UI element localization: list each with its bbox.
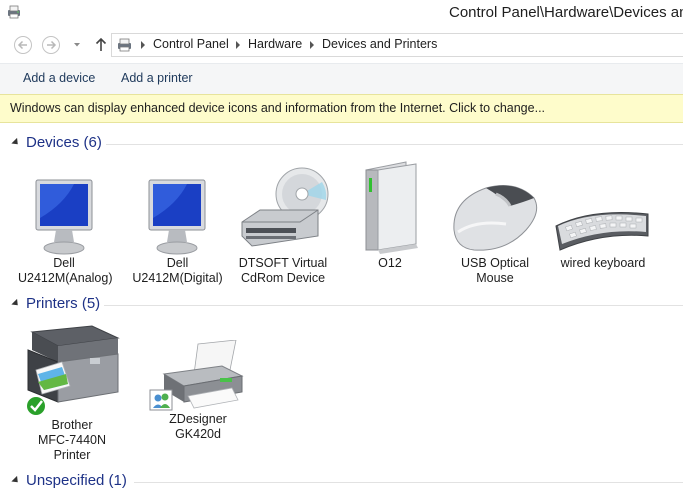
breadcrumb-control-panel[interactable]: Control Panel <box>153 37 229 51</box>
device-label-line: O12 <box>378 256 402 270</box>
navigation-bar: Control Panel Hardware Devices and Print… <box>0 30 683 60</box>
device-label-line: Mouse <box>476 271 514 285</box>
printer-icon <box>149 340 244 411</box>
group-divider <box>104 305 683 306</box>
group-divider <box>134 482 683 483</box>
monitor-icon <box>148 179 206 255</box>
breadcrumb-devices-and-printers[interactable]: Devices and Printers <box>322 37 437 51</box>
unspecified-group-header[interactable]: Unspecified (1) <box>0 472 683 492</box>
add-device-button[interactable]: Add a device <box>23 71 95 85</box>
external-drive-icon <box>365 161 418 254</box>
window-title: Control Panel\Hardware\Devices and Print… <box>449 4 683 21</box>
device-label-line: U2412M(Digital) <box>132 271 223 285</box>
devices-group-title[interactable]: Devices (6) <box>26 134 102 151</box>
printers-group-title[interactable]: Printers (5) <box>26 295 100 312</box>
printer-label-line: GK420d <box>175 427 221 441</box>
device-item-dtsoft-cdrom[interactable]: DTSOFT Virtual CdRom Device <box>234 166 332 288</box>
collapse-triangle-icon[interactable] <box>11 298 21 309</box>
enhanced-icons-info-bar[interactable]: Windows can display enhanced device icon… <box>0 94 683 123</box>
address-bar[interactable]: Control Panel Hardware Devices and Print… <box>111 33 683 57</box>
devices-and-printers-window: Control Panel\Hardware\Devices and Print… <box>0 0 683 492</box>
breadcrumb-hardware[interactable]: Hardware <box>248 37 302 51</box>
breadcrumb-separator-icon[interactable] <box>141 41 145 49</box>
collapse-triangle-icon[interactable] <box>11 475 21 486</box>
recent-locations-chevron-down-icon[interactable] <box>70 38 84 52</box>
device-item-wired-keyboard[interactable]: wired keyboard <box>552 206 654 288</box>
breadcrumb-separator-icon[interactable] <box>236 41 240 49</box>
up-arrow-icon[interactable] <box>91 35 111 55</box>
printers-group-header[interactable]: Printers (5) <box>0 295 683 315</box>
printer-label-line: Printer <box>53 448 91 462</box>
device-label-line: U2412M(Analog) <box>18 271 113 285</box>
device-item-o12[interactable]: O12 <box>350 160 430 275</box>
multifunction-printer-icon <box>25 325 120 417</box>
back-arrow-icon[interactable] <box>13 35 33 55</box>
printer-item-zdesigner-gk420d[interactable]: ZDesigner GK420d <box>146 340 250 445</box>
device-label-line: DTSOFT Virtual <box>238 256 328 270</box>
unspecified-group-title[interactable]: Unspecified (1) <box>26 472 127 489</box>
title-bar: Control Panel\Hardware\Devices and Print… <box>0 0 683 26</box>
device-item-dell-digital[interactable]: Dell U2412M(Digital) <box>130 178 225 288</box>
keyboard-icon <box>555 212 649 251</box>
printer-item-brother-mfc-7440n[interactable]: Brother MFC-7440N Printer <box>20 322 124 464</box>
command-bar: Add a device Add a printer <box>0 63 683 94</box>
collapse-triangle-icon[interactable] <box>11 137 21 148</box>
mouse-icon <box>453 185 538 251</box>
cd-drive-icon <box>241 167 329 247</box>
printer-label-line: MFC-7440N <box>37 433 107 447</box>
device-label-line: CdRom Device <box>240 271 326 285</box>
devices-group-header[interactable]: Devices (6) <box>0 134 683 154</box>
forward-arrow-icon[interactable] <box>41 35 61 55</box>
printer-label-line: ZDesigner <box>169 412 227 426</box>
device-item-usb-optical-mouse[interactable]: USB Optical Mouse <box>444 180 546 288</box>
printer-label-line: Brother <box>51 418 93 432</box>
device-label-line: Dell <box>53 256 75 270</box>
device-item-dell-analog[interactable]: Dell U2412M(Analog) <box>18 178 113 288</box>
breadcrumb-separator-icon[interactable] <box>310 41 314 49</box>
info-bar-text[interactable]: Windows can display enhanced device icon… <box>10 101 545 115</box>
device-label-line: Dell <box>166 256 189 270</box>
add-printer-button[interactable]: Add a printer <box>121 71 193 85</box>
device-label-line: wired keyboard <box>560 256 646 270</box>
monitor-icon <box>35 179 93 255</box>
device-label-line: USB Optical <box>460 256 530 270</box>
group-divider <box>106 144 683 145</box>
devices-printers-location-icon <box>118 38 131 52</box>
devices-printers-app-icon <box>8 5 20 19</box>
